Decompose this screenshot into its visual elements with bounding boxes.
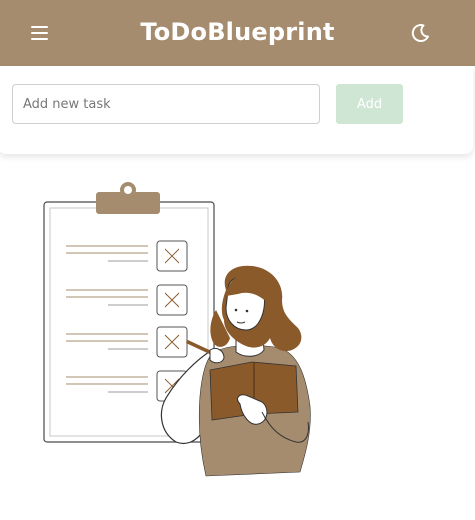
add-task-button[interactable]: Add [336, 84, 403, 124]
new-task-input[interactable] [12, 84, 320, 124]
empty-list-illustration [0, 160, 475, 516]
new-task-card: Add [0, 66, 473, 154]
app-header: ToDoBlueprint [0, 0, 475, 66]
app-title: ToDoBlueprint [140, 18, 335, 46]
moon-icon[interactable] [406, 19, 434, 47]
